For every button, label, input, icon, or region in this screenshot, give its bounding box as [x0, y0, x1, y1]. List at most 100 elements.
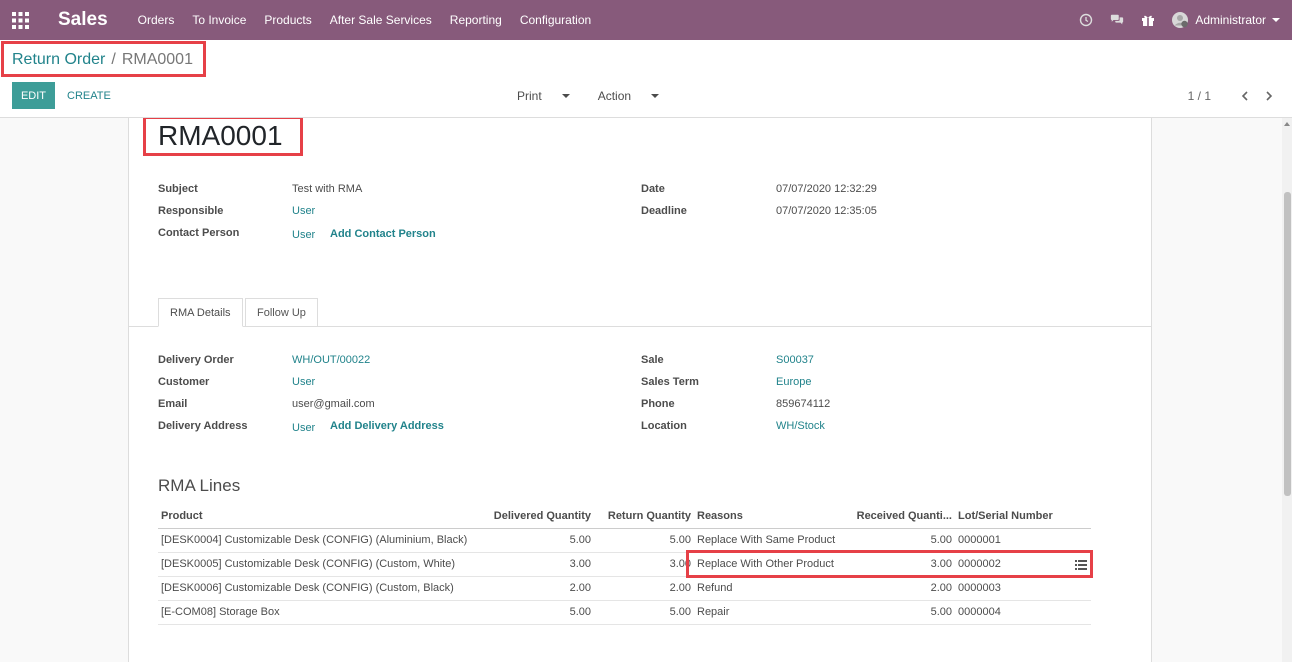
- column-reasons[interactable]: Reasons: [694, 504, 844, 529]
- main-menu: Orders To Invoice Products After Sale Se…: [138, 13, 610, 27]
- cell-product: [DESK0005] Customizable Desk (CONFIG) (C…: [158, 552, 483, 577]
- gift-icon[interactable]: [1140, 12, 1156, 28]
- print-label: Print: [517, 88, 542, 103]
- date-label: Date: [641, 183, 665, 195]
- table-row[interactable]: [DESK0004] Customizable Desk (CONFIG) (A…: [158, 528, 1091, 553]
- column-lot-serial-number[interactable]: Lot/Serial Number: [955, 504, 1091, 529]
- cell-lot: 0000004: [955, 600, 1091, 625]
- menu-configuration[interactable]: Configuration: [520, 13, 591, 27]
- tab-follow-up[interactable]: Follow Up: [245, 298, 318, 327]
- column-return-quantity[interactable]: Return Quantity: [594, 504, 694, 529]
- highlight-box-breadcrumb: [1, 41, 206, 77]
- subject-value: Test with RMA: [292, 183, 363, 195]
- sales-term-link[interactable]: Europe: [776, 376, 811, 388]
- menu-reporting[interactable]: Reporting: [450, 13, 502, 27]
- subject-label: Subject: [158, 183, 198, 195]
- action-label: Action: [597, 88, 632, 103]
- responsible-link[interactable]: User: [292, 205, 315, 217]
- menu-after-sale-services[interactable]: After Sale Services: [330, 13, 432, 27]
- sidebar-actions: Print Action: [517, 82, 687, 109]
- delivery-address-label: Delivery Address: [158, 420, 248, 432]
- deadline-value: 07/07/2020 12:35:05: [776, 205, 877, 217]
- table-row[interactable]: [E-COM08] Storage Box 5.00 5.00 Repair 5…: [158, 600, 1091, 625]
- action-dropdown[interactable]: Action: [598, 89, 673, 103]
- column-product[interactable]: Product: [158, 504, 483, 529]
- cell-returned: 5.00: [594, 528, 694, 553]
- cell-received: 2.00: [844, 576, 955, 601]
- cell-returned: 2.00: [594, 576, 694, 601]
- create-button[interactable]: CREATE: [67, 82, 111, 109]
- customer-label: Customer: [158, 376, 210, 388]
- pager: 1 / 1: [1188, 82, 1277, 109]
- user-name: Administrator: [1195, 13, 1266, 27]
- table-header-row: Product Delivered Quantity Return Quanti…: [158, 504, 1091, 529]
- delivery-order-link[interactable]: WH/OUT/00022: [292, 354, 370, 366]
- cell-product: [DESK0006] Customizable Desk (CONFIG) (C…: [158, 576, 483, 601]
- location-link[interactable]: WH/Stock: [776, 420, 825, 432]
- scrollbar-thumb[interactable]: [1284, 192, 1291, 496]
- top-navbar: Sales Orders To Invoice Products After S…: [0, 0, 1292, 40]
- scroll-up-arrow-icon[interactable]: [1284, 122, 1290, 126]
- cell-delivered: 2.00: [483, 576, 594, 601]
- customer-link[interactable]: User: [292, 376, 315, 388]
- add-contact-person-link[interactable]: Add Contact Person: [330, 228, 436, 240]
- date-value: 07/07/2020 12:32:29: [776, 183, 877, 195]
- tab-rma-details[interactable]: RMA Details: [158, 298, 243, 327]
- form-sheet: RMA0001 Subject Test with RMA Responsibl…: [128, 118, 1152, 662]
- cell-delivered: 5.00: [483, 600, 594, 625]
- cell-lot: 0000001: [955, 528, 1091, 553]
- cell-reason: Replace With Same Product: [694, 528, 844, 553]
- add-delivery-address-link[interactable]: Add Delivery Address: [330, 420, 444, 432]
- user-menu[interactable]: Administrator: [1171, 11, 1280, 29]
- control-panel: Return Order / RMA0001 EDIT CREATE Print A…: [0, 40, 1292, 118]
- location-label: Location: [641, 420, 687, 432]
- chat-icon[interactable]: [1109, 12, 1125, 28]
- user-avatar-icon: [1172, 12, 1189, 28]
- menu-orders[interactable]: Orders: [138, 13, 175, 27]
- cell-delivered: 5.00: [483, 528, 594, 553]
- rma-lines-title: RMA Lines: [158, 476, 241, 495]
- edit-button[interactable]: EDIT: [12, 82, 55, 109]
- sales-term-label: Sales Term: [641, 376, 699, 388]
- contact-person-link[interactable]: User: [292, 229, 315, 241]
- navbar-systray: Administrator: [1078, 0, 1292, 40]
- contact-person-label: Contact Person: [158, 227, 240, 239]
- vertical-scrollbar[interactable]: [1282, 118, 1292, 662]
- form-view: RMA0001 Subject Test with RMA Responsibl…: [0, 118, 1282, 662]
- phone-value: 859674112: [776, 398, 831, 410]
- delivery-order-label: Delivery Order: [158, 354, 234, 366]
- app-brand[interactable]: Sales: [58, 9, 108, 31]
- cell-delivered: 3.00: [483, 552, 594, 577]
- column-delivered-quantity[interactable]: Delivered Quantity: [483, 504, 594, 529]
- cell-lot: 0000003: [955, 576, 1091, 601]
- highlight-box-row: [686, 550, 1093, 578]
- deadline-label: Deadline: [641, 205, 687, 217]
- sale-link[interactable]: S00037: [776, 354, 814, 366]
- cell-product: [E-COM08] Storage Box: [158, 600, 483, 625]
- pager-value[interactable]: 1 / 1: [1188, 89, 1211, 103]
- chevron-down-icon: [1272, 18, 1280, 22]
- email-value: user@gmail.com: [292, 398, 375, 410]
- chevron-down-icon: [561, 94, 570, 99]
- clock-icon[interactable]: [1078, 12, 1094, 28]
- pager-next-icon[interactable]: [1261, 88, 1277, 104]
- highlight-box-title: [143, 118, 303, 156]
- cell-received: 5.00: [844, 600, 955, 625]
- pager-previous-icon[interactable]: [1237, 88, 1253, 104]
- sale-label: Sale: [641, 354, 664, 366]
- cell-reason: Refund: [694, 576, 844, 601]
- cell-returned: 3.00: [594, 552, 694, 577]
- delivery-address-link[interactable]: User: [292, 422, 315, 434]
- phone-label: Phone: [641, 398, 675, 410]
- responsible-label: Responsible: [158, 205, 224, 217]
- menu-products[interactable]: Products: [264, 13, 311, 27]
- column-received-quantity[interactable]: Received Quanti...: [844, 504, 955, 529]
- cell-returned: 5.00: [594, 600, 694, 625]
- cell-reason: Repair: [694, 600, 844, 625]
- email-label: Email: [158, 398, 188, 410]
- chevron-down-icon: [651, 94, 660, 99]
- apps-menu-icon[interactable]: [0, 0, 40, 40]
- menu-to-invoice[interactable]: To Invoice: [192, 13, 246, 27]
- print-dropdown[interactable]: Print: [517, 89, 584, 103]
- table-row[interactable]: [DESK0006] Customizable Desk (CONFIG) (C…: [158, 576, 1091, 601]
